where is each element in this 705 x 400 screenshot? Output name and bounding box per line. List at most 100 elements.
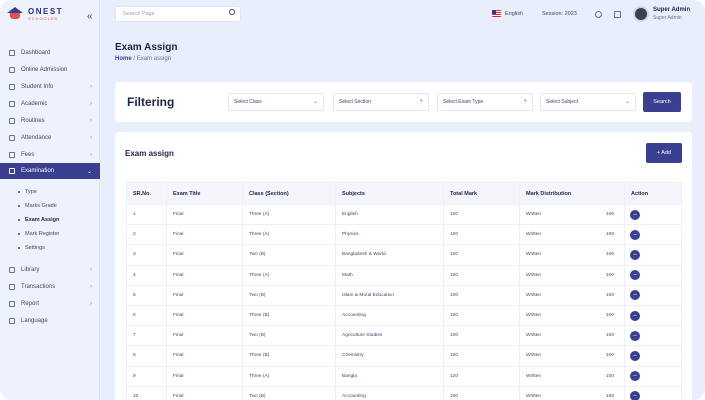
action-menu-icon[interactable]: – bbox=[630, 371, 640, 382]
sidebar-item-language[interactable]: Language bbox=[0, 312, 100, 329]
sidebar-item-library[interactable]: Library › bbox=[0, 261, 100, 278]
action-menu-icon[interactable]: – bbox=[630, 310, 640, 321]
bullet-icon bbox=[18, 205, 20, 207]
sidebar-subitem-label: Type bbox=[25, 189, 37, 195]
table-row: 4 Final Three (A) Math 100 Written 100– bbox=[126, 264, 682, 286]
chevron-right-icon: › bbox=[90, 117, 92, 124]
sidebar-item-online-admission[interactable]: Online Admission bbox=[0, 61, 100, 78]
action-menu-icon[interactable]: – bbox=[630, 391, 640, 400]
select-subject[interactable]: Select Subject ⌄ bbox=[540, 93, 636, 111]
sidebar-subitem-exam-assign[interactable]: Exam Assign bbox=[0, 213, 100, 227]
cell-class: Two (B) bbox=[242, 385, 336, 400]
cell-sr: 9 bbox=[126, 365, 167, 387]
search-input[interactable]: Search Page bbox=[115, 6, 241, 22]
sidebar-item-attendance[interactable]: Attendance › bbox=[0, 129, 100, 146]
distribution-label: Written bbox=[526, 353, 542, 359]
action-menu-icon[interactable]: – bbox=[630, 350, 640, 361]
column-header: Exam Title bbox=[166, 182, 243, 205]
language-selector[interactable]: English bbox=[492, 10, 523, 17]
cell-subject: Math bbox=[335, 264, 444, 286]
cell-action: – bbox=[624, 304, 682, 327]
breadcrumb: Home / Exam assign bbox=[115, 56, 171, 62]
sidebar-item-fees[interactable]: Fees › bbox=[0, 146, 100, 163]
sidebar-item-routines[interactable]: Routines › bbox=[0, 112, 100, 129]
sidebar-item-label: Student Info bbox=[21, 83, 54, 90]
cell-exam-title: Final bbox=[166, 304, 243, 327]
avatar[interactable] bbox=[633, 6, 649, 22]
add-button[interactable]: + Add bbox=[646, 143, 682, 163]
cell-subject: Islam & Moral Education bbox=[335, 284, 444, 306]
sidebar-subitem-marks-grade[interactable]: Marks Grade bbox=[0, 199, 100, 213]
cell-exam-title: Final bbox=[166, 203, 243, 226]
session-label[interactable]: Session: 2023 bbox=[542, 11, 577, 17]
action-menu-icon[interactable]: – bbox=[630, 209, 640, 220]
distribution-value: 100 bbox=[605, 252, 614, 258]
library-icon bbox=[9, 266, 15, 273]
sidebar-subitem-settings[interactable]: Settings bbox=[0, 241, 100, 255]
cell-class: Two (B) bbox=[242, 284, 336, 306]
sidebar-subitem-mark-register[interactable]: Mark Register bbox=[0, 227, 100, 241]
transaction-icon bbox=[9, 283, 15, 290]
search-button[interactable]: Search bbox=[643, 92, 681, 112]
exam-assign-title: Exam assign bbox=[125, 149, 174, 158]
table-row: 5 Final Two (B) Islam & Moral Education 100 W… bbox=[126, 284, 682, 306]
chevron-up-icon: ˄ bbox=[523, 99, 527, 105]
wallet-icon bbox=[9, 151, 15, 158]
cell-subject: Bangla bbox=[335, 365, 444, 387]
sidebar-item-academic[interactable]: Academic › bbox=[0, 95, 100, 112]
cell-subject: English bbox=[335, 203, 444, 226]
cell-mark-distribution: Written 100 bbox=[519, 244, 625, 266]
distribution-value: 100 bbox=[605, 373, 614, 379]
distribution-label: Written bbox=[526, 393, 542, 399]
action-menu-icon[interactable]: – bbox=[630, 229, 640, 240]
action-menu-icon[interactable]: – bbox=[630, 270, 640, 281]
sidebar-item-student-info[interactable]: Student Info › bbox=[0, 78, 100, 95]
select-section[interactable]: Select Section ˄ bbox=[333, 93, 429, 111]
sidebar-item-label: Academic bbox=[21, 100, 48, 107]
cell-total-mark: 100 bbox=[443, 284, 520, 306]
cell-exam-title: Final bbox=[166, 325, 243, 347]
breadcrumb-home[interactable]: Home bbox=[115, 56, 132, 62]
chevron-right-icon: › bbox=[90, 83, 92, 90]
theme-toggle-icon[interactable] bbox=[595, 11, 602, 18]
select-exam-type[interactable]: Select Exam Type ˄ bbox=[437, 93, 533, 111]
fullscreen-icon[interactable] bbox=[614, 11, 621, 18]
table-row: 1 Final Three (A) English 100 Written 100– bbox=[126, 203, 682, 226]
dashboard-icon bbox=[9, 49, 15, 56]
distribution-label: Written bbox=[526, 272, 542, 278]
user-icon bbox=[9, 66, 15, 73]
cell-sr: 4 bbox=[126, 264, 167, 286]
distribution-value: 100 bbox=[605, 212, 614, 218]
collapse-sidebar-icon[interactable]: « bbox=[87, 11, 93, 22]
cell-action: – bbox=[624, 203, 682, 226]
sidebar-subitem-label: Marks Grade bbox=[25, 203, 57, 209]
cell-subject: Accounting bbox=[335, 385, 444, 400]
cell-sr: 5 bbox=[126, 284, 167, 306]
brand-logo[interactable]: ONEST SCHOOLED bbox=[6, 7, 63, 21]
sidebar: ONEST SCHOOLED « Dashboard Online Admiss… bbox=[0, 0, 100, 400]
sidebar-item-transactions[interactable]: Transactions › bbox=[0, 278, 100, 295]
sidebar-subitem-type[interactable]: Type bbox=[0, 185, 100, 199]
sidebar-item-examination[interactable]: Examination ⌄ bbox=[0, 163, 100, 179]
select-class[interactable]: Select Class ⌄ bbox=[228, 93, 324, 111]
calendar-icon bbox=[9, 117, 15, 124]
breadcrumb-current: Exam assign bbox=[136, 56, 172, 62]
action-menu-icon[interactable]: – bbox=[630, 290, 640, 301]
cell-mark-distribution: Written 100 bbox=[519, 304, 625, 327]
sidebar-subitem-label: Exam Assign bbox=[25, 217, 60, 223]
action-menu-icon[interactable]: – bbox=[630, 249, 640, 260]
distribution-label: Written bbox=[526, 232, 542, 238]
sidebar-item-label: Online Admission bbox=[21, 66, 68, 73]
cell-class: Two (B) bbox=[242, 325, 336, 347]
sidebar-item-dashboard[interactable]: Dashboard bbox=[0, 44, 100, 61]
sidebar-item-report[interactable]: Report › bbox=[0, 295, 100, 312]
cell-subject: Accounting bbox=[335, 304, 444, 327]
user-name[interactable]: Super Admin bbox=[653, 7, 690, 13]
cell-class: Three (A) bbox=[242, 224, 336, 246]
breadcrumb-separator: / bbox=[133, 56, 136, 62]
cell-exam-title: Final bbox=[166, 264, 243, 286]
cell-sr: 1 bbox=[126, 203, 167, 226]
action-menu-icon[interactable]: – bbox=[630, 330, 640, 341]
chevron-right-icon: › bbox=[90, 283, 92, 290]
table-header-row: SR.No. Exam Title Class (Section) Subjec… bbox=[126, 182, 682, 205]
